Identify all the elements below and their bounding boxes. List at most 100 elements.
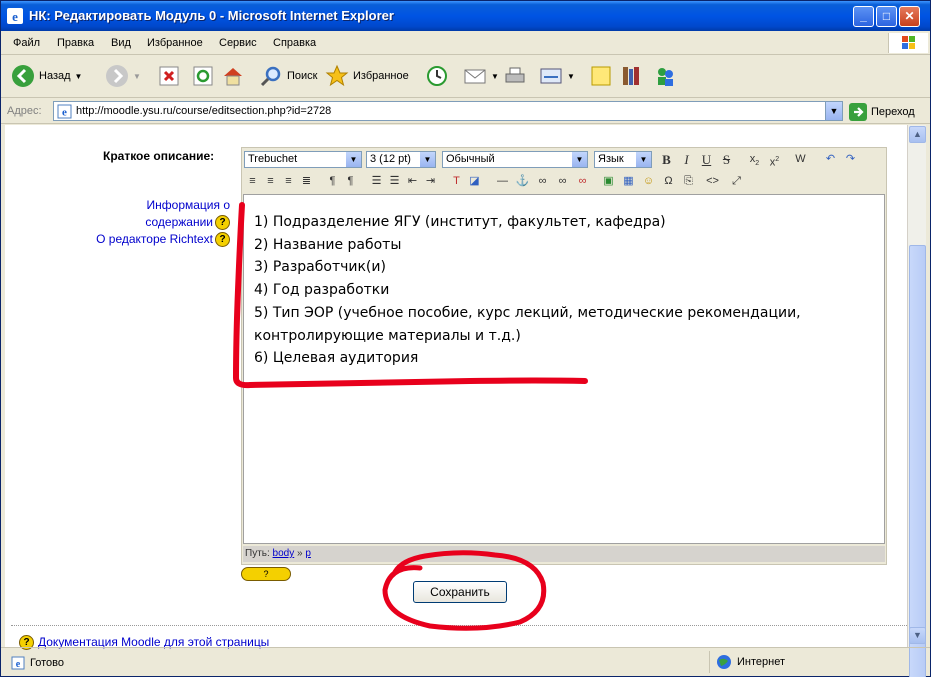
mail-icon — [464, 69, 486, 84]
status-text: e Готово — [11, 656, 64, 670]
menu-file[interactable]: Файл — [13, 37, 40, 49]
search-button[interactable]: Поиск — [259, 64, 317, 88]
ordered-list-icon[interactable]: ☰ — [368, 173, 385, 190]
menu-tools[interactable]: Сервис — [219, 37, 257, 49]
unordered-list-icon[interactable]: ☰ — [386, 173, 403, 190]
editor-content-area[interactable]: 1) Подразделение ЯГУ (институт, факульте… — [243, 194, 885, 544]
stop-button[interactable] — [157, 64, 181, 88]
note-icon — [591, 66, 611, 86]
richtext-help-link[interactable]: О редакторе Richtext — [96, 232, 213, 246]
search-label: Поиск — [287, 70, 318, 82]
scroll-up-icon[interactable]: ▲ — [909, 126, 926, 143]
edit-dropdown-icon[interactable]: ▼ — [567, 72, 575, 81]
path-separator: » — [297, 548, 303, 559]
smiley-icon[interactable]: ☺ — [640, 173, 657, 190]
maximize-button[interactable]: □ — [876, 6, 897, 27]
superscript-button[interactable]: x2 — [766, 151, 783, 169]
scroll-down-icon[interactable]: ▼ — [909, 627, 926, 644]
content-info-link-2[interactable]: содержании — [145, 215, 213, 229]
indent-icon[interactable]: ⇥ — [422, 173, 439, 190]
bold-button[interactable]: B — [658, 151, 675, 168]
forward-button[interactable]: ▼ — [105, 64, 141, 88]
align-justify-icon[interactable]: ≣ — [298, 173, 315, 190]
editor-line: 4) Год разработки — [254, 282, 390, 299]
save-button[interactable]: Сохранить — [413, 581, 507, 603]
history-button[interactable] — [425, 64, 449, 88]
title-bar: e НК: Редактировать Модуль 0 - Microsoft… — [1, 1, 930, 31]
editor-toolbar-1: Trebuchet ▼ 3 (12 pt) ▼ Обычный ▼ Язык ▼ B I… — [244, 150, 884, 170]
menu-edit[interactable]: Правка — [57, 37, 94, 49]
style-select[interactable]: Обычный ▼ — [442, 151, 588, 168]
path-body-link[interactable]: body — [273, 548, 295, 559]
subscript-button[interactable]: x2 — [746, 151, 763, 168]
unlink-icon[interactable]: ∞ — [554, 173, 571, 190]
content-info-link-1[interactable]: Информация о — [147, 198, 230, 212]
path-p-link[interactable]: p — [305, 548, 311, 559]
align-right-icon[interactable]: ≡ — [280, 173, 297, 190]
italic-button[interactable]: I — [678, 151, 695, 168]
align-left-icon[interactable]: ≡ — [244, 173, 261, 190]
favorites-button[interactable]: Избранное — [325, 64, 409, 88]
address-input[interactable]: e http://moodle.ysu.ru/course/editsectio… — [53, 101, 843, 121]
undo-button[interactable]: ↶ — [822, 151, 839, 168]
messenger-button[interactable] — [653, 64, 677, 88]
html-source-icon[interactable]: <> — [704, 173, 721, 190]
anchor-icon[interactable]: ⚓ — [514, 173, 531, 190]
underline-button[interactable]: U — [698, 151, 715, 168]
help-icon[interactable]: ? — [215, 215, 230, 231]
status-bar: e Готово Интернет — [1, 647, 930, 676]
ltr-icon[interactable]: ¶ — [324, 173, 341, 190]
nolink-icon[interactable]: ∞ — [574, 173, 591, 190]
forward-dropdown-icon[interactable]: ▼ — [133, 72, 141, 81]
go-button[interactable]: Переход — [849, 103, 915, 121]
globe-icon — [717, 655, 731, 669]
image-icon[interactable]: ▣ — [600, 173, 617, 190]
search-replace-icon[interactable]: ⎘ — [680, 173, 697, 190]
back-dropdown-icon[interactable]: ▼ — [75, 72, 83, 81]
horizontal-rule-icon[interactable]: — — [494, 173, 511, 190]
align-center-icon[interactable]: ≡ — [262, 173, 279, 190]
menu-help[interactable]: Справка — [273, 37, 316, 49]
size-select[interactable]: 3 (12 pt) ▼ — [366, 151, 436, 168]
description-label: Краткое описание: — [103, 149, 215, 163]
bg-color-icon[interactable]: ◪ — [466, 173, 483, 190]
outdent-icon[interactable]: ⇤ — [404, 173, 421, 190]
menu-favorites[interactable]: Избранное — [147, 37, 203, 49]
back-label: Назад — [39, 70, 71, 82]
clean-word-button[interactable]: W — [792, 151, 809, 168]
font-select[interactable]: Trebuchet ▼ — [244, 151, 362, 168]
minimize-button[interactable]: _ — [853, 6, 874, 27]
page-content: Краткое описание: Информация о содержани… — [1, 125, 911, 651]
redo-button[interactable]: ↷ — [842, 151, 859, 168]
help-icon[interactable]: ? — [215, 232, 230, 248]
chevron-down-icon: ▼ — [572, 152, 587, 167]
edit-button[interactable]: ▼ — [539, 64, 575, 88]
page-icon: e — [11, 656, 25, 670]
mail-dropdown-icon[interactable]: ▼ — [491, 72, 499, 81]
address-label: Адрес: — [7, 105, 42, 117]
refresh-button[interactable] — [191, 64, 215, 88]
scroll-thumb[interactable] — [909, 245, 926, 677]
link-icon[interactable]: ∞ — [534, 173, 551, 190]
back-button[interactable]: Назад ▼ — [11, 64, 82, 88]
mail-button[interactable]: ▼ — [463, 64, 499, 88]
vertical-scrollbar[interactable]: ▲ ▼ — [907, 125, 926, 677]
close-button[interactable]: ✕ — [899, 6, 920, 27]
text-color-icon[interactable]: T — [448, 173, 465, 190]
fullscreen-icon[interactable]: ⤢ — [728, 173, 745, 190]
table-icon[interactable]: ▦ — [620, 173, 637, 190]
address-dropdown-icon[interactable]: ▼ — [825, 102, 842, 120]
print-button[interactable] — [503, 64, 527, 88]
search-icon — [260, 66, 281, 87]
menu-view[interactable]: Вид — [111, 37, 131, 49]
strikethrough-button[interactable]: S — [718, 151, 735, 168]
research-button[interactable] — [619, 64, 643, 88]
discuss-button[interactable] — [589, 64, 613, 88]
go-label: Переход — [871, 106, 915, 118]
rtl-icon[interactable]: ¶ — [342, 173, 359, 190]
editor-lines: 1) Подразделение ЯГУ (институт, факульте… — [254, 211, 854, 370]
special-char-icon[interactable]: Ω — [660, 173, 677, 190]
keyboard-help-button[interactable]: ? — [241, 567, 291, 581]
lang-select[interactable]: Язык ▼ — [594, 151, 652, 168]
home-button[interactable] — [221, 64, 245, 88]
